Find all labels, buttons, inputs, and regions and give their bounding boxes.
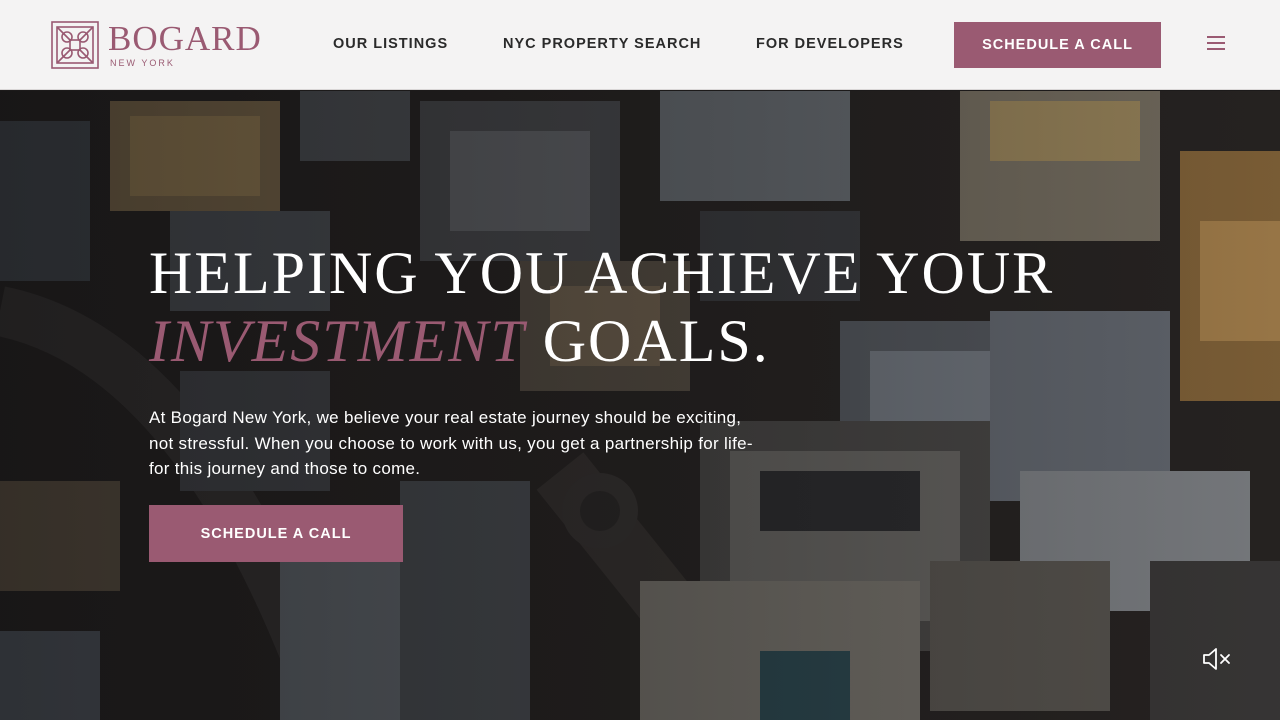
hero-heading-accent: INVESTMENT (149, 308, 526, 374)
hero-heading: HELPING YOU ACHIEVE YOUR INVESTMENT GOAL… (149, 239, 1149, 375)
hamburger-menu-icon[interactable] (1207, 36, 1229, 54)
hero-section: HELPING YOU ACHIEVE YOUR INVESTMENT GOAL… (0, 91, 1280, 720)
nav-nyc-property-search[interactable]: NYC PROPERTY SEARCH (503, 36, 701, 52)
menu-line (1207, 36, 1225, 38)
hero-description: At Bogard New York, we believe your real… (149, 408, 753, 478)
logo-mark-icon (51, 21, 99, 69)
site-header: BOGARD NEW YORK OUR LISTINGS NYC PROPERT… (0, 0, 1280, 90)
brand-subtitle: NEW YORK (110, 57, 175, 68)
speaker-muted-icon[interactable] (1202, 646, 1232, 672)
hero-schedule-call-button[interactable]: SCHEDULE A CALL (149, 505, 403, 562)
menu-line (1207, 48, 1225, 50)
nav-our-listings[interactable]: OUR LISTINGS (333, 36, 448, 52)
nav-for-developers[interactable]: FOR DEVELOPERS (756, 36, 904, 52)
header-schedule-call-button[interactable]: SCHEDULE A CALL (954, 22, 1161, 68)
hero-heading-rest: GOALS. (525, 308, 770, 374)
logo-text: BOGARD NEW YORK (108, 18, 262, 68)
hero-heading-line1: HELPING YOU ACHIEVE YOUR (149, 240, 1055, 306)
brand-logo[interactable]: BOGARD NEW YORK (50, 20, 262, 70)
menu-line (1207, 42, 1225, 44)
brand-name: BOGARD (108, 18, 262, 58)
